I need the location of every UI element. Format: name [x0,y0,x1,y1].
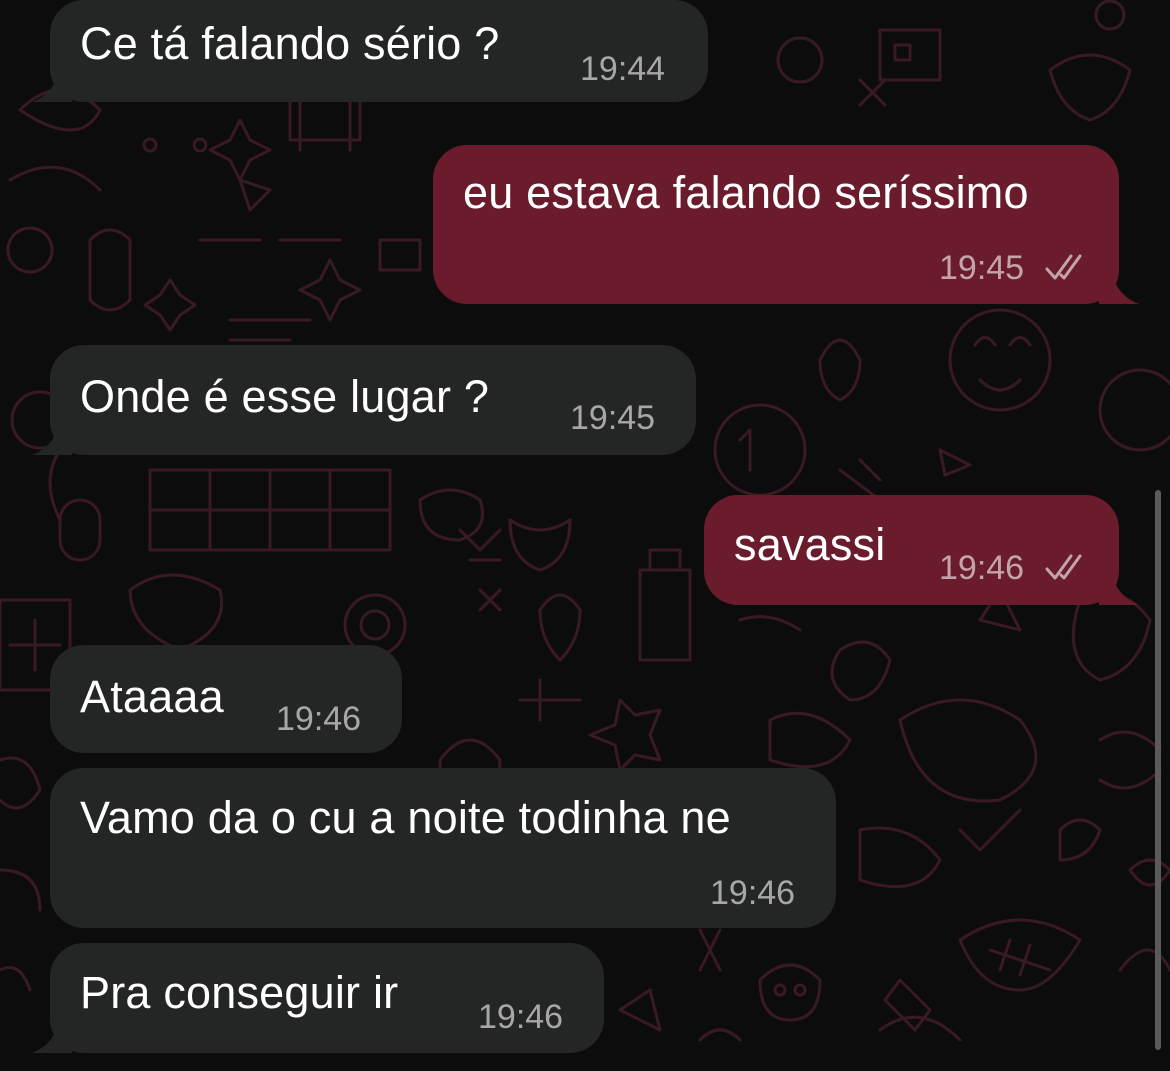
message-timestamp: 19:46 [710,874,796,912]
message-timestamp: 19:44 [580,50,666,88]
message-timestamp: 19:46 [939,549,1025,587]
bubble-tail [32,1013,72,1053]
message-text: eu estava falando seríssimo [463,167,1029,218]
message-timestamp: 19:46 [478,998,564,1036]
message-text: Ce tá falando sério ? [80,18,500,69]
message-bubble-incoming[interactable]: Pra conseguir ir 19:46 [32,943,604,1053]
bubble-tail [1099,565,1139,605]
message-timestamp: 19:46 [276,700,362,738]
message-text: Ataaaa [80,671,224,722]
double-check-icon [1045,554,1082,580]
message-bubble-incoming[interactable]: Ataaaa 19:46 [50,645,402,753]
message-text: Onde é esse lugar ? [80,371,490,422]
message-text: Vamo da o cu a noite todinha ne [80,792,731,843]
chat-scrollbar[interactable] [1155,490,1161,1050]
message-text: savassi [734,519,886,570]
message-timestamp: 19:45 [570,399,656,437]
message-bubble-incoming[interactable]: Ce tá falando sério ? 19:44 [32,0,708,102]
bubble-tail [32,62,72,102]
message-timestamp: 19:45 [939,249,1025,287]
message-bubble-outgoing[interactable]: eu estava falando seríssimo 19:45 [433,145,1139,304]
chat-view[interactable]: Ce tá falando sério ? 19:44 eu estava fa… [0,0,1170,1071]
message-text: Pra conseguir ir [80,967,399,1018]
bubble-tail [1099,264,1139,304]
message-bubble-incoming[interactable]: Vamo da o cu a noite todinha ne 19:46 [50,768,836,928]
message-bubble-outgoing[interactable]: savassi 19:46 [704,495,1139,605]
bubble-tail [32,415,72,455]
message-bubble-incoming[interactable]: Onde é esse lugar ? 19:45 [32,345,696,455]
double-check-icon [1045,254,1082,280]
